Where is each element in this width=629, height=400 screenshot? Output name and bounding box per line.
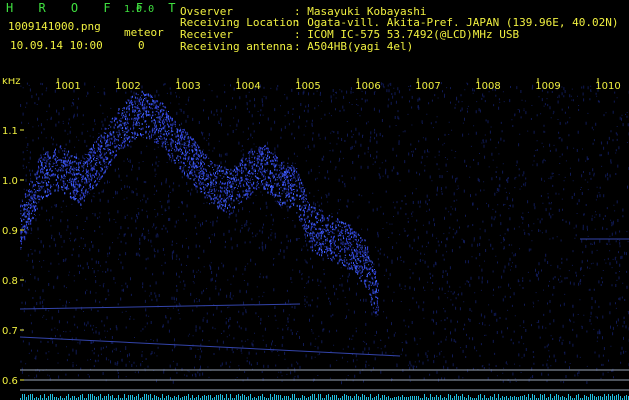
meteor-count: 0	[138, 39, 145, 52]
app-title: H R O F F T	[6, 1, 185, 15]
antenna-value: : A504HB(yagi 4el)	[294, 40, 414, 53]
antenna-label: Receiving antenna	[180, 40, 293, 53]
x-tick-label: 1009	[535, 81, 560, 92]
x-tick-label: 1008	[475, 81, 500, 92]
x-tick-label: 1003	[175, 81, 200, 92]
x-tick-label: 1006	[355, 81, 380, 92]
y-tick-label: 1.0	[2, 176, 18, 187]
meteor-label: meteor	[124, 26, 164, 39]
x-tick-label: 1007	[415, 81, 440, 92]
y-tick-label: 0.9	[2, 226, 18, 237]
x-tick-label: 1005	[295, 81, 320, 92]
header-panel: H R O F F T 1.0.0 1009141000.png meteor …	[0, 0, 629, 78]
y-tick-label: 0.7	[2, 326, 18, 337]
datetime-label: 10.09.14 10:00	[10, 39, 103, 52]
app-version: 1.0.0	[124, 4, 155, 15]
spectrogram-canvas: kHz 1001 1002 1003 1004 1005 1006 1007 1008 1009 1…	[0, 78, 629, 400]
filename-label: 1009141000.png	[8, 20, 101, 33]
x-tick-label: 1002	[115, 81, 140, 92]
x-tick-label: 1004	[235, 81, 260, 92]
y-tick-label: 0.6	[2, 376, 18, 387]
receiver-label: Receiver	[180, 28, 233, 41]
location-label: Receiving Location	[180, 16, 300, 29]
x-tick-label: 1001	[55, 81, 80, 92]
receiver-value: : ICOM IC-575 53.7492(@LCD)MHz USB	[294, 28, 520, 41]
y-tick-label: 0.8	[2, 276, 18, 287]
spectrogram-panel: kHz 1001 1002 1003 1004 1005 1006 1007 1008 1009 1…	[0, 78, 629, 400]
y-tick-label: 1.1	[2, 126, 18, 137]
x-tick-label: 1010	[595, 81, 620, 92]
unit-label: kHz	[2, 78, 21, 87]
location-value: : Ogata-vill. Akita-Pref. JAPAN (139.96E…	[294, 16, 619, 29]
